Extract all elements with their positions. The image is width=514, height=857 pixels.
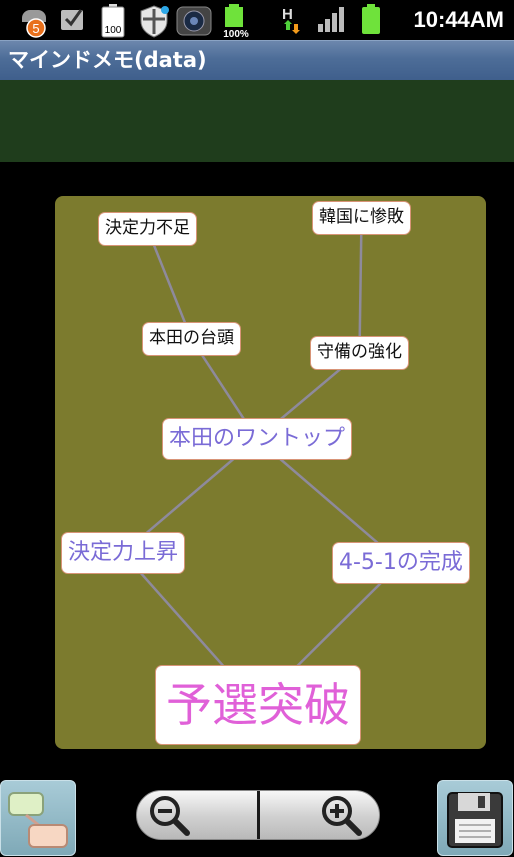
zoom-controls [136,790,380,840]
shield-icon [140,5,169,38]
bottom-toolbar [0,770,514,857]
battery-icon [362,4,380,34]
node-451[interactable]: 4-5-1の完成 [332,542,470,584]
signal-icon [318,7,344,32]
network-type-label: H [282,6,293,23]
camera-icon [176,6,212,36]
zoom-in-button[interactable] [258,791,379,839]
node-yosen[interactable]: 予選突破 [155,665,361,745]
mindmap-nodes-icon [8,792,68,848]
header-band [0,80,514,162]
app-title: マインドメモ(data) [8,48,207,72]
save-button[interactable] [437,780,513,856]
zoom-out-button[interactable] [137,791,258,839]
node-honda-wantop[interactable]: 本田のワントップ [162,418,353,460]
node-kankoku[interactable]: 韓国に惨敗 [312,201,411,235]
floppy-disk-icon [447,792,503,848]
battery-percent-icon: 100% [223,4,249,38]
clock: 10:44AM [413,7,504,32]
node-shubi[interactable]: 守備の強化 [310,336,409,370]
status-bar: 5 100 100% H 10:44AM [0,0,514,40]
zoom-in-icon [322,796,362,836]
notification-badge-icon: 5 [22,10,46,38]
title-bar: マインドメモ(data) [0,40,514,80]
battery-percent-label: 100% [223,29,249,38]
node-honda-taito[interactable]: 本田の台頭 [142,322,241,356]
mindmap-view-button[interactable] [0,780,76,856]
zoom-out-icon [150,796,190,836]
data-transfer-icon: H [282,6,300,34]
node-kettei-fusoku[interactable]: 決定力不足 [98,212,197,246]
notification-count: 5 [32,21,39,36]
checkbox-icon [61,9,83,30]
node-kettei-joushou[interactable]: 決定力上昇 [61,532,186,574]
mindmap-canvas[interactable]: 決定力不足 韓国に惨敗 本田の台頭 守備の強化 本田のワントップ 決定力上昇 4… [55,196,486,749]
mindmap-link-1 [358,217,363,354]
battery-widget-level: 100 [105,25,122,36]
app-screen: 5 100 100% H 10:44AM マインドメモ(data) 決定力不足 … [0,0,514,857]
battery-widget-icon: 100 [101,4,125,38]
